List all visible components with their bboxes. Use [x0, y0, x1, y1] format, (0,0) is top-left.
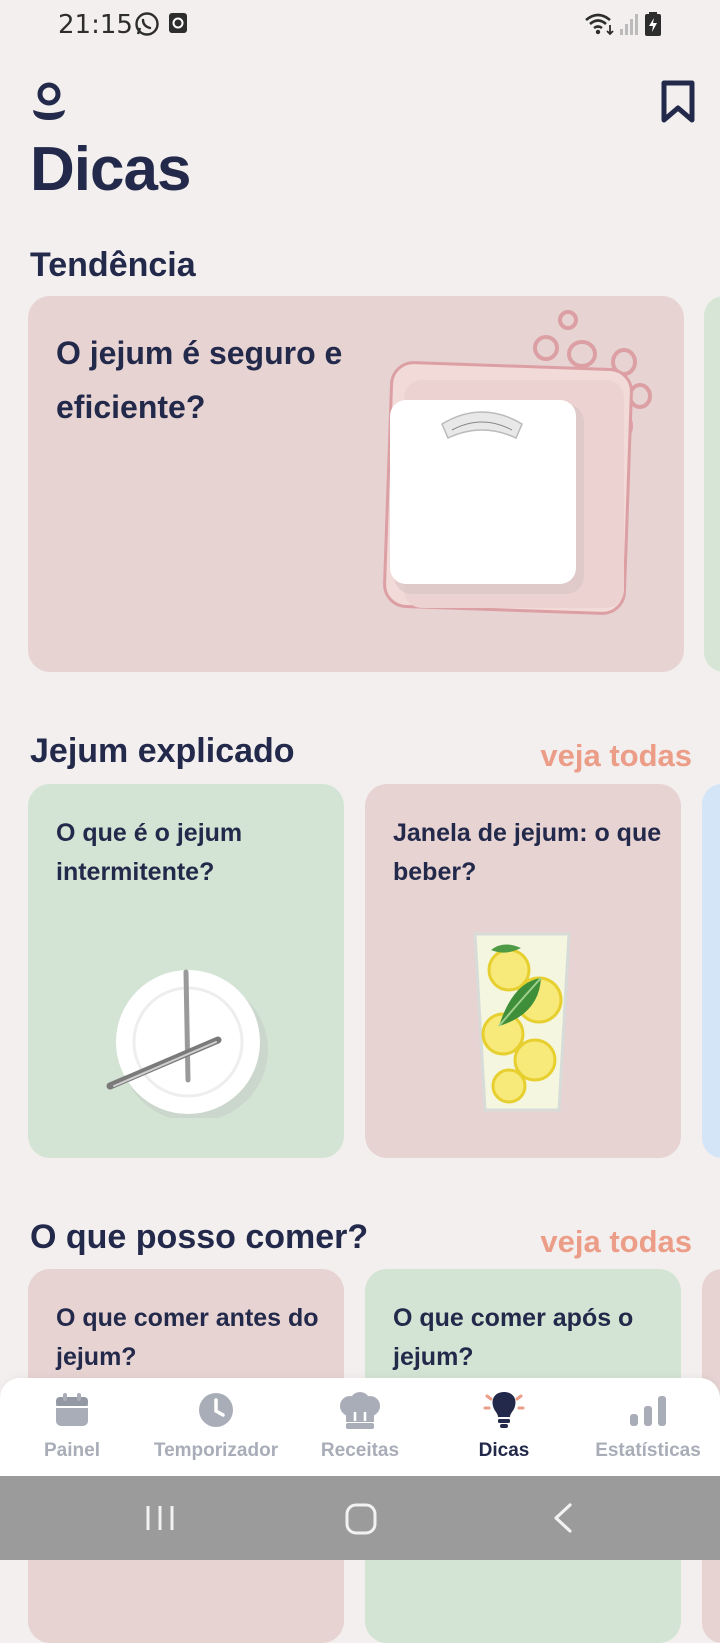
profile-icon[interactable]: [30, 82, 70, 124]
nav-label: Temporizador: [153, 1440, 279, 1461]
bottom-navigation: Painel Temporizador Receitas Dicas Estat…: [0, 1378, 720, 1476]
article-card-title: O que comer antes do jejum?: [56, 1304, 319, 1371]
nav-label: Estatísticas: [595, 1440, 701, 1461]
trending-section-title: Tendência: [30, 246, 196, 284]
page-title: Dicas: [30, 135, 191, 204]
clock-icon: [199, 1393, 233, 1427]
plate-with-cutlery-illustration: [106, 969, 268, 1118]
chef-hat-icon: [340, 1392, 380, 1429]
lightbulb-icon: [483, 1392, 525, 1428]
nav-item-dicas[interactable]: Dicas: [432, 1378, 576, 1476]
article-card-what-to-drink[interactable]: Janela de jejum: o que beber?: [365, 784, 681, 1158]
signal-icon: [620, 14, 638, 35]
recent-apps-icon[interactable]: [144, 1502, 176, 1534]
explained-next-card-peek[interactable]: [702, 784, 720, 1158]
article-card-title: O que comer após o jejum?: [393, 1304, 634, 1371]
bathroom-scale-illustration: [383, 310, 652, 615]
calendar-icon: [56, 1393, 88, 1426]
nav-item-estatisticas[interactable]: Estatísticas: [576, 1378, 720, 1476]
trending-card-title: O jejum é seguro e eficiente?: [56, 335, 343, 426]
explained-section-title: Jejum explicado: [30, 732, 295, 770]
nav-item-painel[interactable]: Painel: [0, 1378, 144, 1476]
wifi-icon: [585, 13, 614, 36]
explained-see-all-link[interactable]: veja todas: [540, 738, 692, 774]
trending-article-card[interactable]: O jejum é seguro e eficiente?: [28, 296, 684, 672]
lemonade-glass-illustration: [473, 932, 571, 1112]
bookmark-icon[interactable]: [660, 80, 696, 124]
back-icon[interactable]: [550, 1502, 576, 1534]
system-navigation-bar: [0, 1476, 720, 1560]
whatsapp-icon: [135, 12, 159, 36]
nav-label: Dicas: [478, 1440, 530, 1461]
app-notification-icon: [169, 13, 187, 33]
can-eat-section-title: O que posso comer?: [30, 1218, 369, 1256]
article-card-intermittent-fasting[interactable]: O que é o jejum intermitente?: [28, 784, 344, 1158]
nav-item-receitas[interactable]: Receitas: [288, 1378, 432, 1476]
status-bar: 21:15: [0, 0, 720, 52]
nav-label: Painel: [44, 1440, 100, 1461]
home-icon[interactable]: [344, 1502, 378, 1536]
bar-chart-icon: [630, 1396, 666, 1426]
status-time: 21:15: [58, 10, 133, 40]
battery-icon: [645, 12, 661, 36]
trending-next-card-peek[interactable]: [704, 296, 720, 672]
nav-label: Receitas: [320, 1440, 400, 1461]
can-eat-see-all-link[interactable]: veja todas: [540, 1224, 692, 1260]
article-card-title: O que é o jejum intermitente?: [56, 819, 243, 886]
article-card-title: Janela de jejum: o que beber?: [393, 819, 662, 886]
nav-item-temporizador[interactable]: Temporizador: [144, 1378, 288, 1476]
